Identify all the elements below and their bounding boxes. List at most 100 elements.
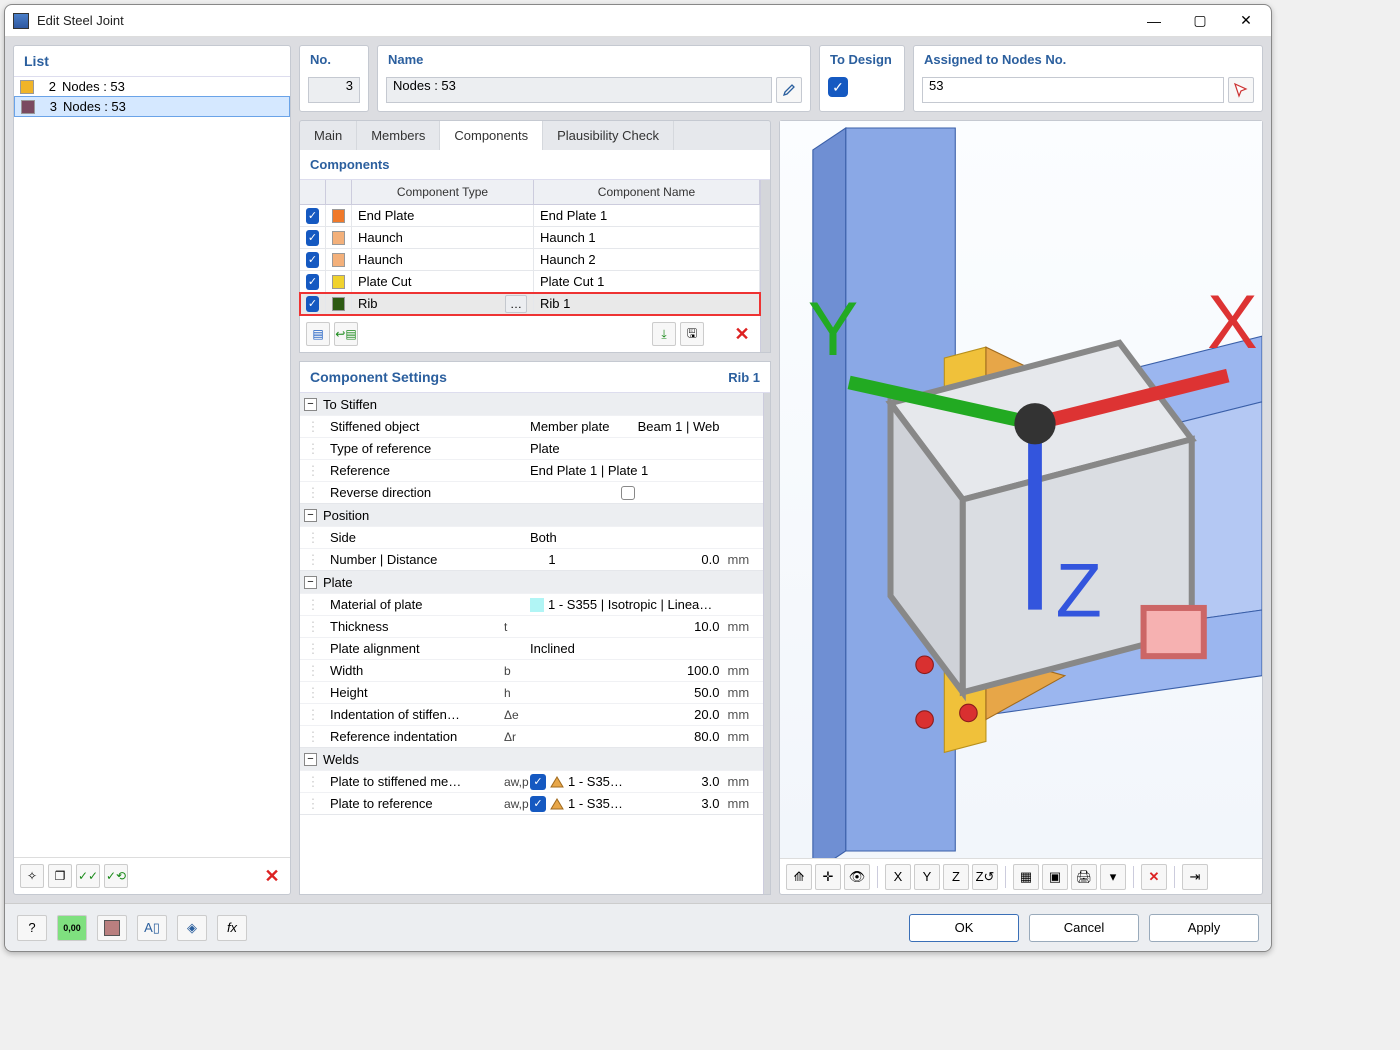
list-copy-button[interactable]: ❐: [48, 864, 72, 888]
component-row[interactable]: ✓ Haunch Haunch 2: [300, 249, 760, 271]
list-check-all-button[interactable]: ✓✓: [76, 864, 100, 888]
settings-row[interactable]: ⋮ Height h50.0mm: [300, 681, 763, 703]
name-input[interactable]: Nodes : 53: [386, 77, 772, 103]
settings-value[interactable]: Plate: [530, 441, 725, 456]
component-enabled-checkbox[interactable]: ✓: [306, 252, 319, 268]
component-row[interactable]: ✓ Rib… Rib 1: [300, 293, 760, 315]
component-row[interactable]: ✓ End Plate End Plate 1: [300, 205, 760, 227]
settings-value[interactable]: 20.0: [530, 707, 725, 722]
units-button[interactable]: 0,00: [57, 915, 87, 941]
collapse-icon[interactable]: −: [304, 398, 317, 411]
settings-row[interactable]: ⋮ Material of plate 1 - S355 | Isotropic…: [300, 593, 763, 615]
settings-row[interactable]: ⋮ Stiffened object Member plate Beam 1 |…: [300, 415, 763, 437]
list-item[interactable]: 2 Nodes : 53: [14, 77, 290, 96]
help-button[interactable]: ?: [17, 915, 47, 941]
settings-value[interactable]: 3.0: [685, 796, 719, 811]
comp-import-button[interactable]: ⤓: [652, 322, 676, 346]
tab-main[interactable]: Main: [300, 121, 357, 150]
settings-row[interactable]: ⋮ Reference End Plate 1 | Plate 1: [300, 459, 763, 481]
settings-row[interactable]: ⋮ Indentation of stiffen… Δe20.0mm: [300, 703, 763, 725]
settings-value[interactable]: Both: [530, 530, 725, 545]
settings-checkbox[interactable]: [621, 486, 635, 500]
component-name-cell[interactable]: End Plate 1: [534, 205, 760, 226]
window-maximize-button[interactable]: ▢: [1177, 6, 1223, 36]
weld-checkbox[interactable]: ✓: [530, 796, 546, 812]
settings-row[interactable]: ⋮ Plate alignment Inclined: [300, 637, 763, 659]
collapse-icon[interactable]: −: [304, 576, 317, 589]
window-minimize-button[interactable]: —: [1131, 6, 1177, 36]
no-input[interactable]: 3: [308, 77, 360, 103]
perspective-button[interactable]: ◈: [177, 915, 207, 941]
collapse-icon[interactable]: −: [304, 753, 317, 766]
ok-button[interactable]: OK: [909, 914, 1019, 942]
z-view-button[interactable]: Z: [943, 864, 969, 890]
restore-button[interactable]: ⇥: [1182, 864, 1208, 890]
settings-scrollbar[interactable]: [763, 393, 770, 894]
settings-value[interactable]: 50.0: [530, 685, 725, 700]
comp-new-button[interactable]: ▤: [306, 322, 330, 346]
settings-value[interactable]: Inclined: [530, 641, 725, 656]
settings-value[interactable]: 80.0: [530, 729, 725, 744]
wireframe-button[interactable]: ▣: [1042, 864, 1068, 890]
component-name-cell[interactable]: Haunch 2: [534, 249, 760, 270]
collapse-icon[interactable]: −: [304, 509, 317, 522]
assigned-input[interactable]: 53: [922, 77, 1224, 103]
components-scrollbar[interactable]: [760, 180, 770, 352]
component-name-cell[interactable]: Rib 1: [534, 293, 760, 314]
perspective-button[interactable]: 👁: [844, 864, 870, 890]
settings-value-suffix[interactable]: 0.0: [580, 552, 725, 567]
list-new-button[interactable]: ✧: [20, 864, 44, 888]
settings-row[interactable]: ⋮ Thickness t10.0mm: [300, 615, 763, 637]
settings-value[interactable]: 10.0: [530, 619, 725, 634]
assigned-pick-button[interactable]: [1228, 77, 1254, 103]
component-enabled-checkbox[interactable]: ✓: [306, 230, 319, 246]
settings-row[interactable]: ⋮ Plate to reference aw,p… ✓ 1 - S35… 3.…: [300, 792, 763, 814]
comp-delete-button[interactable]: ✕: [730, 322, 754, 346]
settings-row[interactable]: ⋮ Number | Distance 1 0.0 mm: [300, 548, 763, 570]
settings-group-header[interactable]: −To Stiffen: [300, 393, 763, 415]
component-type-picker[interactable]: …: [505, 295, 527, 313]
component-enabled-checkbox[interactable]: ✓: [306, 274, 319, 290]
todesign-checkbox[interactable]: ✓: [828, 77, 848, 97]
view-reset-button[interactable]: ⟰: [786, 864, 812, 890]
section-button[interactable]: ▦: [1013, 864, 1039, 890]
y-view-button[interactable]: Y: [914, 864, 940, 890]
tab-plausibility-check[interactable]: Plausibility Check: [543, 121, 674, 150]
comp-library-button[interactable]: 🖫: [680, 322, 704, 346]
component-name-cell[interactable]: Plate Cut 1: [534, 271, 760, 292]
settings-row[interactable]: ⋮ Type of reference Plate: [300, 437, 763, 459]
name-edit-button[interactable]: [776, 77, 802, 103]
settings-group-header[interactable]: −Plate: [300, 571, 763, 593]
list-item[interactable]: 3 Nodes : 53: [14, 96, 290, 117]
settings-value[interactable]: End Plate 1 | Plate 1: [530, 463, 725, 478]
settings-value[interactable]: 100.0: [530, 663, 725, 678]
tab-members[interactable]: Members: [357, 121, 440, 150]
weld-checkbox[interactable]: ✓: [530, 774, 546, 790]
settings-row[interactable]: ⋮ Reference indentation Δr80.0mm: [300, 725, 763, 747]
cancel-button[interactable]: Cancel: [1029, 914, 1139, 942]
component-enabled-checkbox[interactable]: ✓: [306, 208, 319, 224]
settings-row[interactable]: ⋮ Reverse direction: [300, 481, 763, 503]
window-close-button[interactable]: ✕: [1223, 6, 1269, 36]
function-button[interactable]: fx: [217, 915, 247, 941]
tab-components[interactable]: Components: [440, 121, 543, 150]
component-row[interactable]: ✓ Haunch Haunch 1: [300, 227, 760, 249]
color-button[interactable]: [97, 915, 127, 941]
iso-view-button[interactable]: Z↺: [972, 864, 998, 890]
more-button[interactable]: ▾: [1100, 864, 1126, 890]
settings-group-header[interactable]: −Position: [300, 504, 763, 526]
axis-gizmo-button[interactable]: ✛: [815, 864, 841, 890]
list-delete-button[interactable]: ✕: [260, 864, 284, 888]
list-uncheck-all-button[interactable]: ✓⟲: [104, 864, 128, 888]
print-button[interactable]: 🖨: [1071, 864, 1097, 890]
settings-value[interactable]: 1 - S355 | Isotropic | Linea…: [530, 597, 725, 613]
settings-row[interactable]: ⋮ Side Both: [300, 526, 763, 548]
settings-value[interactable]: Member plate: [530, 419, 615, 434]
viewport-3d[interactable]: S 1 P 2 X: [780, 121, 1262, 858]
settings-value[interactable]: 1: [530, 552, 580, 567]
label-toggle-button[interactable]: A▯: [137, 915, 167, 941]
delete-view-button[interactable]: ✕: [1141, 864, 1167, 890]
settings-value[interactable]: 3.0: [685, 774, 719, 789]
settings-group-header[interactable]: −Welds: [300, 748, 763, 770]
component-enabled-checkbox[interactable]: ✓: [306, 296, 319, 312]
